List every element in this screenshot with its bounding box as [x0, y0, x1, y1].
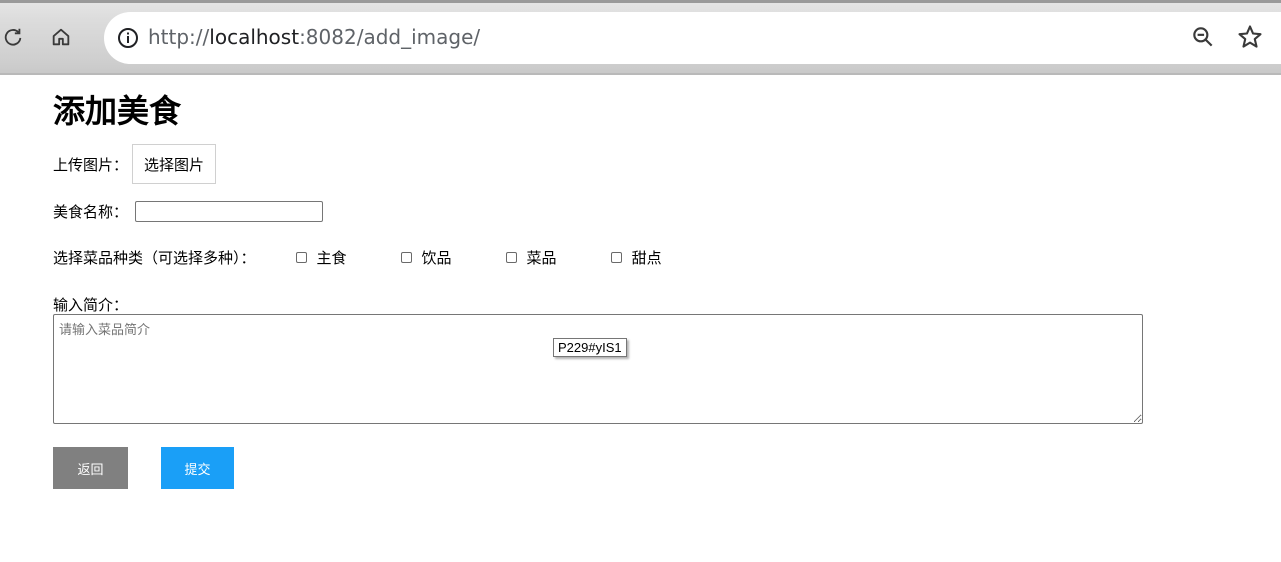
toolbar-top-border [0, 0, 1281, 3]
url-text[interactable]: http://localhost:8082/add_image/ [148, 25, 480, 49]
info-icon[interactable] [116, 26, 140, 50]
category-option-drink[interactable]: 饮品 [400, 247, 452, 268]
page-title: 添加美食 [53, 92, 182, 130]
toolbar-bottom-border [0, 73, 1281, 75]
upload-label: 上传图片： [53, 155, 129, 174]
category-label: 选择菜品种类（可选择多种）： [53, 248, 256, 267]
reload-icon[interactable] [0, 24, 26, 50]
staple-checkbox[interactable] [295, 251, 307, 263]
dessert-checkbox[interactable] [610, 251, 622, 263]
food-name-label: 美食名称： [53, 202, 129, 221]
category-option-label: 主食 [316, 248, 347, 267]
food-name-input[interactable] [135, 200, 324, 222]
choose-image-button[interactable]: 选择图片 [132, 144, 217, 184]
category-option-staple[interactable]: 主食 [295, 247, 347, 268]
intro-textarea[interactable] [53, 314, 1143, 424]
category-option-dessert[interactable]: 甜点 [610, 247, 662, 268]
dish-checkbox[interactable] [505, 251, 517, 263]
drink-checkbox[interactable] [400, 251, 412, 263]
category-row: 选择菜品种类（可选择多种）： 主食 饮品 菜品 甜点 [53, 246, 662, 268]
bookmark-star-icon[interactable] [1236, 23, 1264, 51]
url-path: :8082/add_image/ [299, 25, 481, 49]
url-host: localhost [209, 25, 300, 49]
name-row: 美食名称： [53, 199, 324, 223]
category-option-label: 饮品 [421, 248, 452, 267]
submit-button[interactable]: 提交 [161, 447, 234, 489]
category-option-dish[interactable]: 菜品 [505, 247, 557, 268]
home-icon[interactable] [48, 24, 74, 50]
zoom-icon[interactable] [1190, 24, 1216, 50]
upload-row: 上传图片： 选择图片 [53, 143, 217, 185]
category-option-label: 菜品 [526, 248, 557, 267]
address-bar[interactable]: http://localhost:8082/add_image/ [104, 12, 1281, 64]
url-prefix: http:// [148, 25, 210, 49]
tooltip: P229#yIS1 [553, 338, 627, 357]
category-option-label: 甜点 [631, 248, 662, 267]
back-button[interactable]: 返回 [53, 447, 128, 489]
intro-label: 输入简介： [53, 296, 129, 314]
browser-toolbar: http://localhost:8082/add_image/ [0, 0, 1281, 75]
